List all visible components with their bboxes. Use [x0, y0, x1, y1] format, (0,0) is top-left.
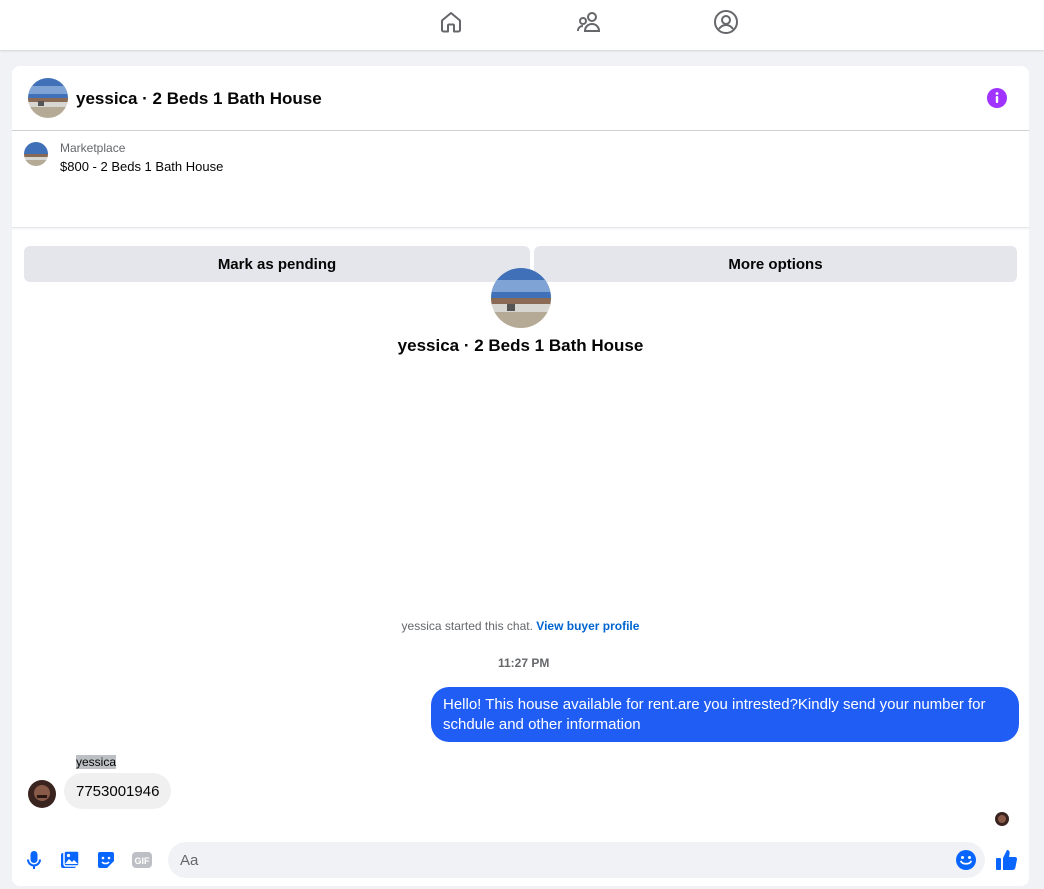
top-navigation — [0, 0, 1044, 50]
like-icon[interactable] — [994, 847, 1020, 873]
gif-icon[interactable]: GIF — [131, 849, 153, 871]
conversation-title: yessica · 2 Beds 1 Bath House — [397, 336, 644, 355]
message-timestamp: 11:27 PM — [498, 656, 550, 670]
view-buyer-profile-link[interactable]: View buyer profile — [536, 619, 639, 633]
chat-title[interactable]: yessica · 2 Beds 1 Bath House — [76, 89, 322, 109]
message-input[interactable] — [168, 842, 985, 878]
chat-started-text: yessica started this chat. — [401, 619, 533, 633]
friends-icon[interactable] — [571, 7, 607, 37]
seen-indicator-avatar — [995, 812, 1009, 826]
mic-icon[interactable] — [23, 849, 45, 871]
chat-header: yessica · 2 Beds 1 Bath House — [12, 66, 1029, 131]
outgoing-message[interactable]: Hello! This house available for rent.are… — [431, 687, 1019, 742]
sender-avatar[interactable] — [28, 780, 56, 808]
svg-text:GIF: GIF — [135, 856, 151, 866]
mark-pending-button[interactable]: Mark as pending — [24, 246, 530, 282]
home-icon[interactable] — [433, 7, 469, 37]
listing-title[interactable]: $800 - 2 Beds 1 Bath House — [60, 159, 223, 174]
chat-started-notice: yessica started this chat. View buyer pr… — [12, 619, 1029, 633]
photo-icon[interactable] — [59, 849, 81, 871]
more-options-button[interactable]: More options — [534, 246, 1017, 282]
listing-avatar[interactable] — [28, 78, 68, 118]
profile-icon[interactable] — [708, 7, 744, 37]
sticker-icon[interactable] — [95, 849, 117, 871]
listing-source: Marketplace — [60, 141, 126, 155]
info-icon[interactable] — [986, 87, 1008, 109]
emoji-icon[interactable] — [955, 849, 977, 871]
listing-banner: Marketplace $800 - 2 Beds 1 Bath House M… — [12, 131, 1029, 282]
chat-panel: yessica · 2 Beds 1 Bath House Marketplac… — [12, 66, 1029, 886]
listing-thumbnail[interactable] — [24, 142, 48, 166]
incoming-sender-name: yessica — [76, 755, 117, 769]
incoming-message[interactable]: 7753001946 — [64, 773, 172, 809]
conversation-avatar[interactable] — [491, 268, 551, 328]
